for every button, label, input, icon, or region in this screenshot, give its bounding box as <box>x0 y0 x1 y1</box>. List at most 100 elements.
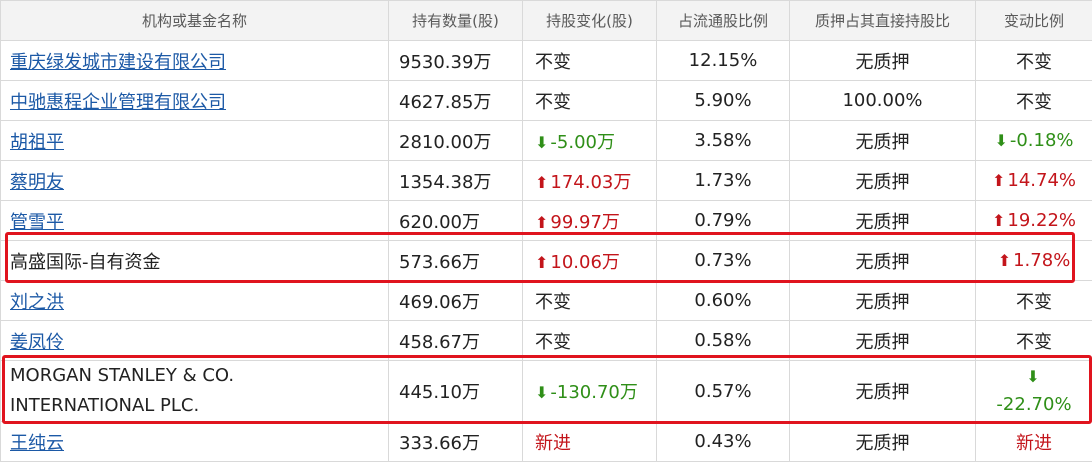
float-share-pct: 12.15% <box>656 40 790 81</box>
holder-name-link[interactable]: 胡祖平 <box>10 132 64 153</box>
col-header-ratio: 变动比例 <box>975 0 1092 41</box>
change-ratio-value: 不变 <box>1016 291 1052 313</box>
change-ratio: ⬆ 19.22% <box>975 200 1092 241</box>
col-header-name: 机构或基金名称 <box>0 0 389 41</box>
change-ratio-value: 14.74% <box>1007 170 1077 191</box>
pledge-ratio: 无质押 <box>789 200 976 241</box>
float-share-pct: 3.58% <box>656 120 790 161</box>
change-ratio-value: 不变 <box>1016 51 1052 73</box>
change-ratio-value: 不变 <box>1016 331 1052 353</box>
change-ratio: ⬇ -0.18% <box>975 120 1092 161</box>
float-share-pct: 0.73% <box>656 240 790 281</box>
pledge-ratio: 无质押 <box>789 320 976 361</box>
table-row: 刘之洪 469.06万 不变 0.60% 无质押 不变 <box>0 280 1092 321</box>
holding-change-value: 不变 <box>535 291 571 313</box>
holding-change: ⬇ -130.70万 <box>522 360 657 422</box>
float-share-pct: 5.90% <box>656 80 790 121</box>
float-share-pct: 0.58% <box>656 320 790 361</box>
holding-change-value: 99.97万 <box>550 211 620 233</box>
holder-name-cell: 管雪平 <box>0 200 389 241</box>
holder-name-link[interactable]: 王纯云 <box>10 433 64 454</box>
table-header-row: 机构或基金名称 持有数量(股) 持股变化(股) 占流通股比例 质押占其直接持股比… <box>0 0 1092 41</box>
holding-qty: 458.67万 <box>388 320 523 361</box>
change-ratio: ⬆ 1.78% <box>975 240 1092 281</box>
holding-change-value: 10.06万 <box>550 251 620 273</box>
arrow-up-icon: ⬆ <box>991 211 1006 230</box>
arrow-down-icon: ⬇ <box>1026 367 1040 386</box>
change-ratio: 不变 <box>975 280 1092 321</box>
change-ratio-value: 1.78% <box>1013 250 1071 271</box>
change-ratio: 不变 <box>975 80 1092 121</box>
change-ratio: 不变 <box>975 320 1092 361</box>
arrow-down-icon: ⬇ <box>535 383 549 402</box>
table-row: 高盛国际-自有资金 573.66万 ⬆ 10.06万 0.73% 无质押 ⬆ 1.78% <box>0 240 1092 281</box>
arrow-up-icon: ⬆ <box>535 172 549 192</box>
holding-change-value: 174.03万 <box>550 171 632 193</box>
pledge-ratio: 无质押 <box>789 280 976 321</box>
holder-name-link[interactable]: 姜凤伶 <box>10 332 64 353</box>
holding-change: ⬆ 99.97万 <box>522 200 657 241</box>
holder-name-cell: 王纯云 <box>0 421 389 462</box>
holding-qty: 333.66万 <box>388 421 523 462</box>
table-row: 管雪平 620.00万 ⬆ 99.97万 0.79% 无质押 ⬆ 19.22% <box>0 200 1092 241</box>
change-ratio-value: 新进 <box>1016 432 1052 454</box>
holder-name-link[interactable]: 中驰惠程企业管理有限公司 <box>10 92 226 113</box>
pledge-ratio: 无质押 <box>789 120 976 161</box>
holding-change-value: 新进 <box>535 432 571 454</box>
holding-change-value: 不变 <box>535 91 571 113</box>
holding-change: ⬆ 174.03万 <box>522 160 657 201</box>
holder-name-link[interactable]: 管雪平 <box>10 212 64 233</box>
holding-qty: 445.10万 <box>388 360 523 422</box>
holder-name-text: 高盛国际-自有资金 <box>10 251 161 273</box>
holding-change-value: 不变 <box>535 51 571 73</box>
float-share-pct: 0.60% <box>656 280 790 321</box>
table-row: 蔡明友 1354.38万 ⬆ 174.03万 1.73% 无质押 ⬆ 14.74% <box>0 160 1092 201</box>
holder-name-cell: 蔡明友 <box>0 160 389 201</box>
table-row: 中驰惠程企业管理有限公司 4627.85万 不变 5.90% 100.00% 不变 <box>0 80 1092 121</box>
holding-change: 不变 <box>522 80 657 121</box>
holding-change-value: 不变 <box>535 331 571 353</box>
holding-change-value: -130.70万 <box>550 382 638 403</box>
change-ratio-value: -22.70% <box>996 394 1072 415</box>
table-row: 姜凤伶 458.67万 不变 0.58% 无质押 不变 <box>0 320 1092 361</box>
holding-change: 不变 <box>522 280 657 321</box>
holders-table-panel: 机构或基金名称 持有数量(股) 持股变化(股) 占流通股比例 质押占其直接持股比… <box>0 0 1092 471</box>
holding-change-value: -5.00万 <box>550 131 615 153</box>
holder-name-text: MORGAN STANLEY & CO. INTERNATIONAL PLC. <box>10 365 235 416</box>
change-ratio-value: 不变 <box>1016 91 1052 113</box>
arrow-down-icon: ⬇ <box>994 131 1008 150</box>
holding-qty: 9530.39万 <box>388 40 523 81</box>
table-row: 王纯云 333.66万 新进 0.43% 无质押 新进 <box>0 421 1092 462</box>
holder-name-cell: MORGAN STANLEY & CO. INTERNATIONAL PLC. <box>0 360 389 422</box>
holder-name-cell: 姜凤伶 <box>0 320 389 361</box>
holder-name-link[interactable]: 蔡明友 <box>10 172 64 193</box>
holder-name-cell: 胡祖平 <box>0 120 389 161</box>
holder-name-link[interactable]: 重庆绿发城市建设有限公司 <box>10 52 226 73</box>
table-row: 重庆绿发城市建设有限公司 9530.39万 不变 12.15% 无质押 不变 <box>0 40 1092 81</box>
arrow-up-icon: ⬆ <box>535 252 549 272</box>
holding-qty: 1354.38万 <box>388 160 523 201</box>
float-share-pct: 0.43% <box>656 421 790 462</box>
change-ratio: 不变 <box>975 40 1092 81</box>
holder-name-cell: 重庆绿发城市建设有限公司 <box>0 40 389 81</box>
float-share-pct: 1.73% <box>656 160 790 201</box>
holder-name-cell: 刘之洪 <box>0 280 389 321</box>
holding-change: 新进 <box>522 421 657 462</box>
change-ratio: 新进 <box>975 421 1092 462</box>
col-header-change: 持股变化(股) <box>522 0 657 41</box>
arrow-up-icon: ⬆ <box>991 171 1006 190</box>
holder-name-link[interactable]: 刘之洪 <box>10 292 64 313</box>
float-share-pct: 0.57% <box>656 360 790 422</box>
holding-qty: 620.00万 <box>388 200 523 241</box>
pledge-ratio: 100.00% <box>789 80 976 121</box>
holding-qty: 469.06万 <box>388 280 523 321</box>
holding-change: ⬇ -5.00万 <box>522 120 657 161</box>
change-ratio: ⬇ -22.70% <box>975 360 1092 422</box>
col-header-pledge: 质押占其直接持股比 <box>789 0 976 41</box>
float-share-pct: 0.79% <box>656 200 790 241</box>
pledge-ratio: 无质押 <box>789 240 976 281</box>
col-header-float-pct: 占流通股比例 <box>656 0 790 41</box>
holding-change: ⬆ 10.06万 <box>522 240 657 281</box>
holder-name-cell: 高盛国际-自有资金 <box>0 240 389 281</box>
col-header-qty: 持有数量(股) <box>388 0 523 41</box>
